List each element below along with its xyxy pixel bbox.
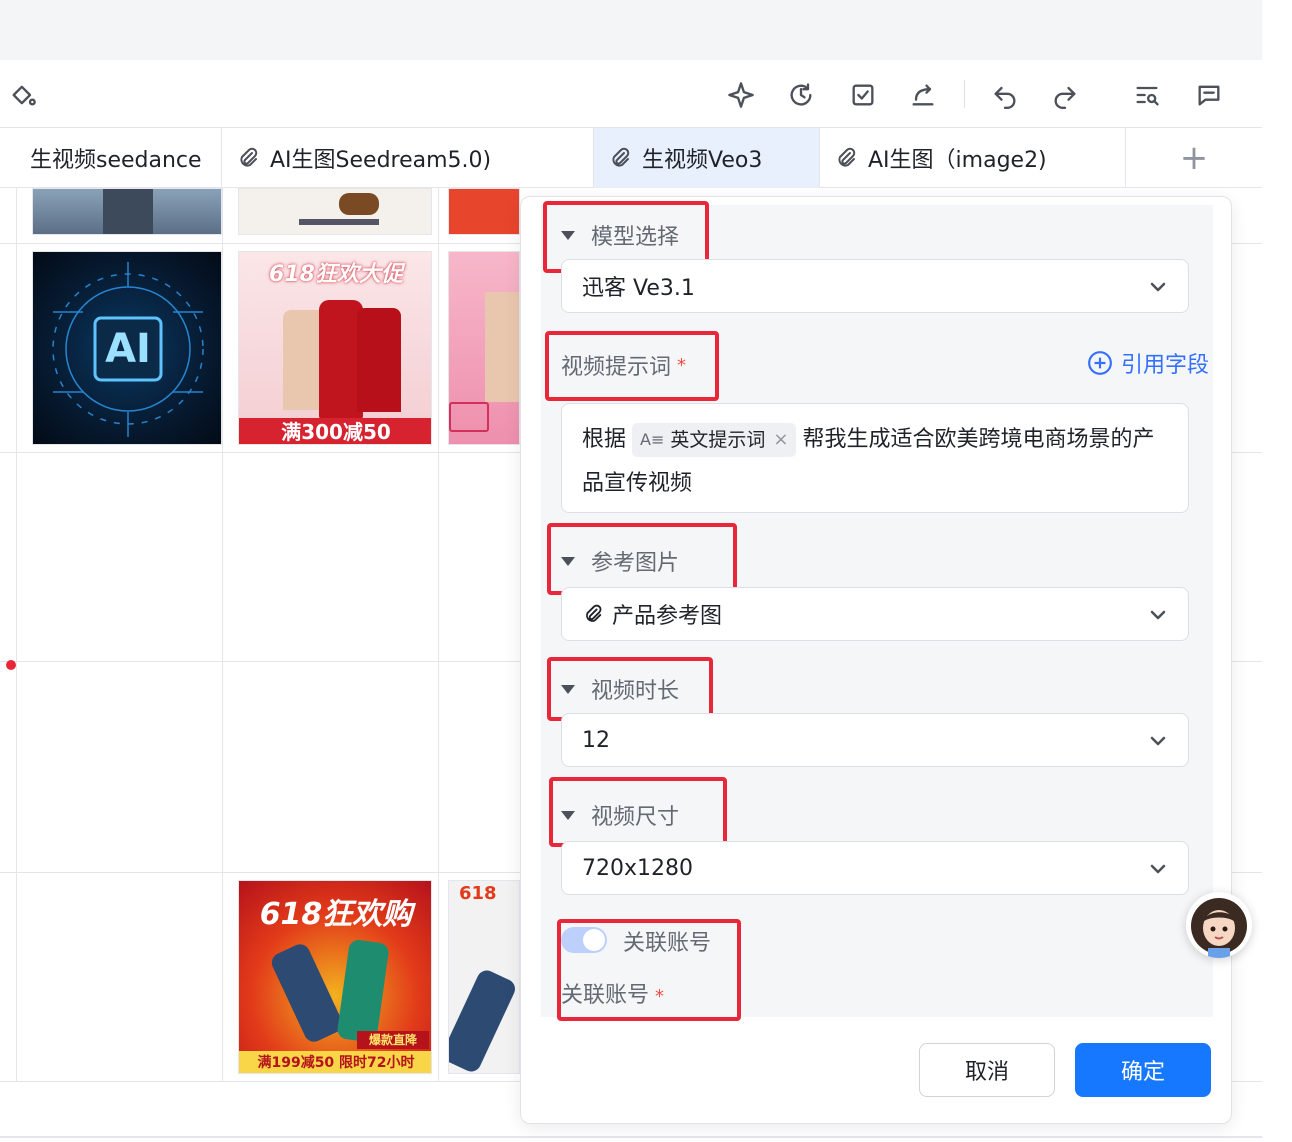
banner-price: 满300减50 xyxy=(239,418,431,444)
duration-select[interactable]: 12 xyxy=(561,713,1189,767)
column-headers: 生视频seedance AI生图Seedream5.0) 生视频Veo3 AI生… xyxy=(0,128,1262,188)
plus-circle-icon xyxy=(1088,351,1112,375)
banner-price: 满199减50 限时72小时 xyxy=(239,1051,431,1073)
attachment-icon xyxy=(586,604,602,622)
highlight-box xyxy=(547,657,713,721)
column-header-label: AI生图（image2) xyxy=(868,148,1047,173)
comment-icon[interactable] xyxy=(1192,78,1226,112)
banner-title: 618狂欢大促 xyxy=(269,262,403,287)
column-header-veo3[interactable]: 生视频Veo3 xyxy=(594,128,820,188)
thumbnail-suit[interactable] xyxy=(32,188,222,235)
column-header-seedance[interactable]: 生视频seedance xyxy=(0,128,222,188)
chevron-down-icon xyxy=(1148,277,1168,297)
thumbnail-partial-618[interactable]: 618 xyxy=(448,880,520,1074)
field-config-panel: 模型选择 迅客 Ve3.1 视频提示词 * 引用字段 根据 A≡ 英文提示词 × 帮我生… xyxy=(520,196,1232,1124)
share-icon[interactable] xyxy=(906,78,940,112)
search-list-icon[interactable] xyxy=(1130,78,1164,112)
cancel-button[interactable]: 取消 xyxy=(919,1043,1055,1097)
highlight-box xyxy=(557,919,741,1021)
attachment-icon xyxy=(240,147,258,167)
thumbnail-618-coat[interactable]: 618狂欢大促 满300减50 xyxy=(238,251,432,445)
paint-bucket-icon[interactable] xyxy=(6,78,40,112)
banner-title: 618狂欢购 xyxy=(259,897,413,932)
close-icon[interactable]: × xyxy=(773,423,788,457)
size-select[interactable]: 720x1280 xyxy=(561,841,1189,895)
chevron-down-icon xyxy=(1148,605,1168,625)
thumbnail-shoes[interactable] xyxy=(238,188,432,235)
confirm-button[interactable]: 确定 xyxy=(1075,1043,1211,1097)
undo-icon[interactable] xyxy=(988,78,1022,112)
column-header-seedream[interactable]: AI生图Seedream5.0) xyxy=(222,128,594,188)
thumbnail-partial-pink[interactable] xyxy=(448,251,520,445)
ai-chip-text: AI xyxy=(105,326,151,372)
column-header-label: 生视频Veo3 xyxy=(642,148,763,173)
thumbnail-ai-chip[interactable]: AI xyxy=(32,251,222,445)
chevron-down-icon xyxy=(1148,731,1168,751)
column-header-label: 生视频seedance xyxy=(30,148,202,173)
banner-badge: 爆款直降 xyxy=(357,1031,429,1049)
column-header-label: AI生图Seedream5.0) xyxy=(270,148,492,173)
column-header-image2[interactable]: AI生图（image2) xyxy=(820,128,1126,188)
text-field-icon: A≡ xyxy=(640,430,665,449)
thumbnail-partial[interactable] xyxy=(448,188,520,235)
cite-field-button[interactable]: 引用字段 xyxy=(1087,347,1209,379)
top-bar xyxy=(0,0,1262,60)
assistant-avatar[interactable] xyxy=(1186,892,1252,958)
bottom-divider xyxy=(0,1136,1262,1138)
highlight-box xyxy=(547,523,737,595)
attachment-icon xyxy=(838,147,856,167)
attachment-icon xyxy=(612,147,630,167)
reference-image-select[interactable]: 产品参考图 xyxy=(561,587,1189,641)
row-marker xyxy=(6,660,16,670)
add-column-button[interactable]: + xyxy=(1126,128,1262,188)
model-select[interactable]: 迅客 Ve3.1 xyxy=(561,259,1189,313)
history-icon[interactable] xyxy=(784,78,818,112)
redo-icon[interactable] xyxy=(1048,78,1082,112)
prompt-textarea[interactable]: 根据 A≡ 英文提示词 × 帮我生成适合欧美跨境电商场景的产品宣传视频 xyxy=(561,403,1189,513)
banner-title: 618 xyxy=(459,883,497,904)
toolbar xyxy=(0,60,1262,128)
checklist-icon[interactable] xyxy=(846,78,880,112)
toolbar-divider xyxy=(964,80,965,108)
sparkle-icon[interactable] xyxy=(724,78,758,112)
thumbnail-618-bottle[interactable]: 618狂欢购 爆款直降 满199减50 限时72小时 xyxy=(238,880,432,1074)
field-reference-chip[interactable]: A≡ 英文提示词 × xyxy=(632,423,797,457)
highlight-box xyxy=(549,777,727,847)
chevron-down-icon xyxy=(1148,859,1168,879)
highlight-box xyxy=(545,331,719,401)
